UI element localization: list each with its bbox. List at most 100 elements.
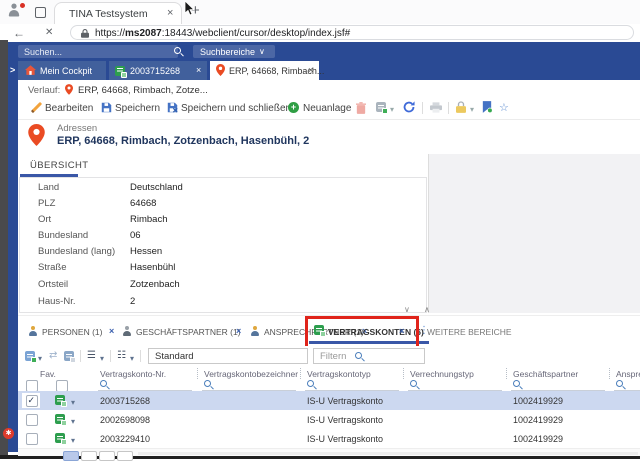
save-close-button[interactable]: Speichern und schließen [181, 103, 291, 114]
column-search-icon[interactable] [100, 380, 109, 389]
field-label: PLZ [38, 198, 55, 209]
tab-uebersicht[interactable]: ÜBERSICHT [30, 160, 89, 171]
column-separator[interactable] [197, 368, 198, 379]
copy-record-chevron-icon[interactable]: ▾ [390, 106, 394, 114]
column-separator[interactable] [506, 368, 507, 379]
col-ansprech[interactable]: Ansprec [616, 369, 640, 379]
collapse-down-icon[interactable]: ∨ [404, 305, 410, 314]
tab-close-icon[interactable]: × [308, 65, 313, 75]
grid-new-icon[interactable] [25, 351, 35, 361]
scroll-thumb[interactable] [63, 451, 79, 461]
column-search-icon[interactable] [307, 380, 316, 389]
column-search-icon[interactable] [616, 380, 625, 389]
grid-view-chevron-icon[interactable]: ▾ [130, 355, 134, 363]
column-search-icon[interactable] [513, 380, 522, 389]
row-action-chevron-icon[interactable]: ▾ [71, 418, 75, 426]
table-row[interactable]: ▾ 2003229410 IS-U Vertragskonto 10024199… [18, 429, 640, 449]
ansprechpartner-icon [250, 326, 260, 336]
grid-toolbar-separator [140, 350, 141, 362]
col-konto-nr[interactable]: Vertragskonto-Nr. [100, 369, 166, 379]
address-field[interactable]: https://ms2087:18443/webclient/cursor/de… [70, 25, 634, 40]
save-icon [101, 102, 112, 113]
assign-icon[interactable] [482, 101, 492, 113]
tab-close-icon[interactable]: × [236, 327, 241, 336]
column-separator[interactable] [403, 368, 404, 379]
grid-menu-chevron-icon[interactable]: ▾ [100, 355, 104, 363]
print-icon [430, 102, 442, 113]
back-icon[interactable]: ← [13, 26, 25, 40]
history-entry[interactable]: ERP, 64668, Rimbach, Zotze... [78, 85, 208, 96]
tab-mein-cockpit[interactable]: Mein Cockpit [18, 61, 106, 80]
toolbar-separator [448, 102, 449, 114]
table-row[interactable]: ▾ 2002698098 IS-U Vertragskonto 10024199… [18, 410, 640, 430]
collapse-up-icon[interactable]: ∧ [424, 305, 430, 314]
global-search-input[interactable] [18, 45, 178, 58]
save-button[interactable]: Speichern [115, 103, 160, 114]
grid-filter-input[interactable] [313, 348, 425, 364]
tab-weitere-bereiche[interactable]: WEITERE BEREICHE [427, 327, 512, 337]
stop-icon[interactable]: ✕ [45, 27, 53, 38]
lock-chevron-icon[interactable]: ▾ [470, 106, 474, 114]
col-partner[interactable]: Geschäftspartner [513, 369, 578, 379]
row-action-chevron-icon[interactable]: ▾ [71, 437, 75, 445]
tab-personen[interactable]: PERSONEN (1) [42, 327, 102, 337]
col-fav[interactable]: Fav. [40, 369, 56, 379]
tab-contract[interactable]: 2003715268 × [109, 61, 207, 80]
grid-filter-icon[interactable] [355, 352, 364, 361]
tab-close-icon[interactable]: × [109, 327, 114, 336]
grid-new-chevron-icon[interactable]: ▾ [38, 355, 42, 363]
column-separator[interactable] [300, 368, 301, 379]
row-record-icon[interactable] [55, 433, 65, 443]
lock-record-icon[interactable] [456, 101, 466, 113]
edit-button[interactable]: Bearbeiten [45, 103, 93, 114]
browser-tab-close-icon[interactable]: × [167, 7, 173, 19]
action-toolbar: Bearbeiten Speichern Speichern und schli… [18, 97, 640, 120]
grid-swap-icon[interactable]: ⇄ [49, 350, 57, 361]
col-typ[interactable]: Vertragskontotyp [307, 369, 371, 379]
grid-view-input[interactable] [148, 348, 308, 364]
tab-close-icon[interactable]: × [196, 65, 201, 75]
row-checkbox[interactable] [26, 414, 38, 426]
column-search-icon[interactable] [410, 380, 419, 389]
toolbar-separator [422, 102, 423, 114]
scroll-button[interactable] [99, 451, 115, 461]
search-areas-button[interactable]: Suchbereiche ∨ [193, 45, 275, 58]
scroll-track[interactable] [138, 452, 638, 455]
browser-tab[interactable]: TINA Testsystem × [54, 2, 182, 24]
row-checkbox[interactable] [26, 433, 38, 445]
tab-geschaeftspartner[interactable]: GESCHÄFTSPARTNER (1) [136, 327, 241, 337]
geschaeftspartner-icon [122, 326, 132, 336]
grid-toolbar: ▾ ⇄ ☰ ▾ ☷ ▾ [18, 346, 640, 367]
create-icon: + [288, 102, 299, 113]
favorite-star-icon[interactable]: ☆ [499, 101, 509, 114]
grid-view-icon[interactable]: ☷ [117, 350, 126, 361]
browser-profile-icon[interactable] [8, 4, 21, 17]
copy-record-icon[interactable] [376, 102, 386, 112]
site-lock-icon[interactable] [81, 29, 89, 38]
pin-icon [216, 64, 225, 76]
sidebar-alert-badge[interactable]: ✱ [3, 428, 14, 439]
column-separator[interactable] [609, 368, 610, 379]
grid-copy-icon[interactable] [64, 351, 74, 361]
scroll-button[interactable] [117, 451, 133, 461]
row-checkbox[interactable] [26, 395, 38, 407]
tab-address[interactable]: ERP, 64668, Rimbach... × [210, 61, 319, 80]
col-verrechnung[interactable]: Verrechnungstyp [410, 369, 474, 379]
column-search-icon[interactable] [204, 380, 213, 389]
sidebar-expand-icon[interactable]: > [10, 65, 15, 75]
row-record-icon[interactable] [55, 395, 65, 405]
cell-typ: IS-U Vertragskonto [307, 434, 383, 444]
row-action-chevron-icon[interactable]: ▾ [71, 399, 75, 407]
edit-icon [31, 102, 42, 113]
global-search-icon[interactable] [174, 47, 183, 56]
col-bezeichner[interactable]: Vertragskontobezeichner [204, 369, 298, 379]
scroll-button[interactable] [81, 451, 97, 461]
refresh-icon[interactable] [403, 101, 415, 113]
table-row[interactable]: ▾ 2003715268 IS-U Vertragskonto 10024199… [18, 391, 640, 411]
field-value: Zotzenbach [130, 279, 180, 290]
grid-menu-icon[interactable]: ☰ [87, 350, 96, 361]
delete-icon[interactable] [356, 102, 366, 114]
tab-search-icon[interactable] [35, 7, 46, 18]
create-button[interactable]: Neuanlage [303, 103, 351, 114]
row-record-icon[interactable] [55, 414, 65, 424]
